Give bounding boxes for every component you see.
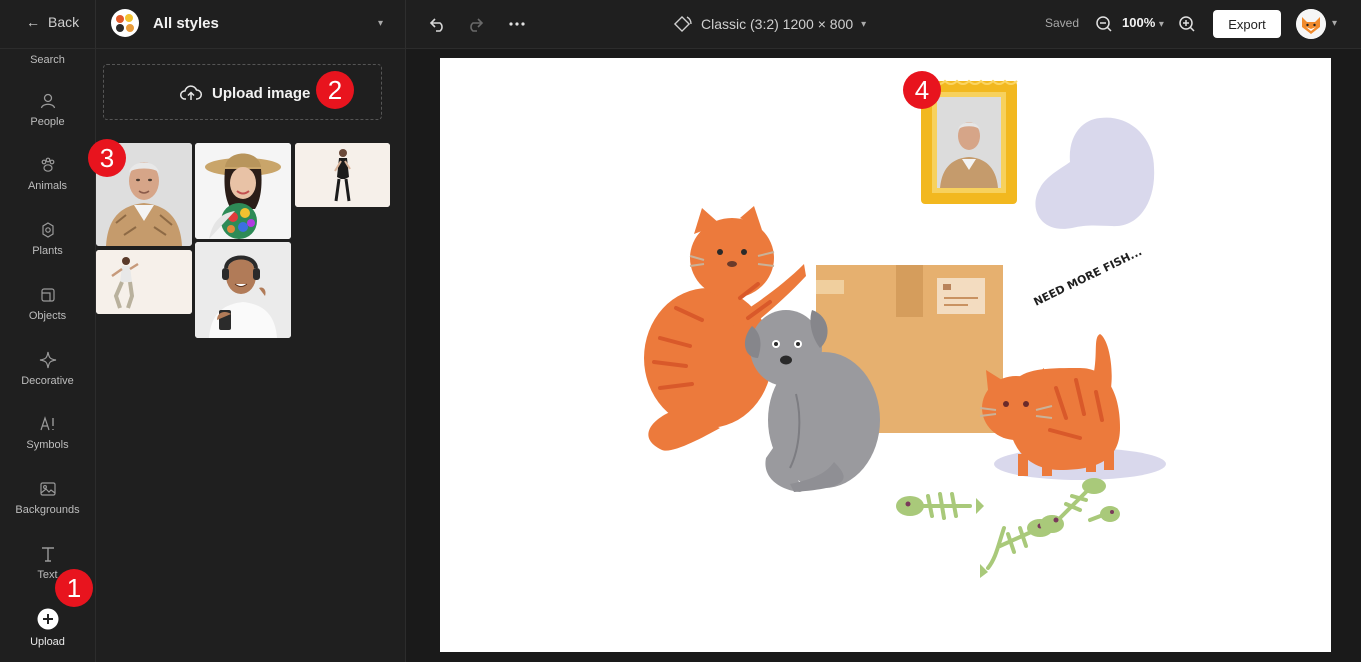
- zoom-in-icon: [1179, 16, 1195, 32]
- rotate-icon: [673, 15, 692, 33]
- man-dancing-photo: [96, 250, 192, 314]
- chevron-down-icon: ▾: [1158, 19, 1164, 30]
- upload-panel: [96, 49, 406, 662]
- annotation-badge-4: 4: [903, 71, 941, 109]
- sidebar-item-symbols[interactable]: Symbols: [0, 415, 95, 451]
- chevron-down-icon[interactable]: ▾: [1332, 18, 1337, 29]
- sidebar-item-backgrounds[interactable]: Backgrounds: [0, 480, 95, 516]
- fox-avatar-icon: [1296, 9, 1326, 39]
- export-button[interactable]: Export: [1213, 10, 1281, 38]
- uploaded-image-woman-standing[interactable]: [295, 143, 390, 207]
- zoom-level[interactable]: 100% ▾: [1122, 15, 1164, 30]
- symbols-icon: [39, 416, 54, 431]
- annotation-badge-2: 2: [316, 71, 354, 109]
- zoom-out-button[interactable]: [1091, 11, 1117, 37]
- chevron-down-icon: ▾: [861, 18, 867, 30]
- design-canvas[interactable]: NEED MORE FISH...: [440, 58, 1331, 652]
- zoom-in-button[interactable]: [1174, 11, 1200, 37]
- undo-button[interactable]: [425, 11, 451, 37]
- uploaded-image-man-headphones[interactable]: [195, 242, 291, 338]
- sidebar-item-animals[interactable]: Animals: [0, 156, 95, 192]
- objects-icon: [40, 288, 55, 302]
- sidebar-item-search[interactable]: Search: [0, 54, 95, 66]
- uploaded-image-woman-hat[interactable]: [195, 143, 291, 239]
- canvas-size-selector[interactable]: Classic (3:2) 1200 × 800 ▾: [673, 14, 866, 34]
- text-icon: [41, 547, 54, 562]
- upload-image-label: Upload image: [212, 85, 311, 102]
- arrow-left-icon: ←: [26, 14, 40, 30]
- saved-status: Saved: [1045, 16, 1080, 30]
- flower-icon: [41, 222, 54, 238]
- sidebar-item-label: Animals: [27, 180, 68, 192]
- more-dots-icon: [509, 22, 525, 26]
- back-label: Back: [48, 14, 80, 30]
- sidebar-item-objects[interactable]: Objects: [0, 286, 95, 322]
- sidebar-item-label: Objects: [28, 310, 67, 322]
- speech-bubble[interactable]: NEED MORE FISH...: [1032, 117, 1155, 309]
- orange-cat-right[interactable]: [979, 334, 1166, 480]
- sidebar-item-people[interactable]: People: [0, 92, 95, 128]
- sidebar-item-decorative[interactable]: Decorative: [0, 351, 95, 387]
- sidebar-item-label: People: [30, 116, 65, 128]
- sidebar-item-label: Symbols: [26, 439, 69, 451]
- annotation-badge-3: 3: [88, 139, 126, 177]
- sidebar-item-label: Decorative: [21, 375, 74, 387]
- fish-bones[interactable]: [896, 478, 1120, 578]
- toolbar-divider: [95, 0, 96, 48]
- cloud-upload-icon: [180, 84, 202, 107]
- sidebar-item-label: Upload: [30, 636, 65, 648]
- zoom-out-icon: [1096, 16, 1112, 32]
- zoom-label: 100%: [1122, 15, 1156, 30]
- user-avatar[interactable]: [1296, 9, 1326, 39]
- sidebar-item-plants[interactable]: Plants: [0, 221, 95, 257]
- style-logo[interactable]: [111, 9, 139, 37]
- canvas-illustration: NEED MORE FISH...: [644, 79, 1166, 578]
- redo-button[interactable]: [462, 11, 488, 37]
- style-selector[interactable]: All styles: [153, 15, 219, 32]
- person-icon: [40, 93, 55, 109]
- sidebar-item-label: Plants: [32, 245, 63, 257]
- uploaded-image-man-dancing[interactable]: [96, 250, 192, 314]
- sidebar-item-label: Search: [30, 54, 65, 66]
- back-button[interactable]: ← Back: [26, 14, 79, 30]
- sidebar-item-label: Backgrounds: [15, 504, 80, 516]
- more-options-button[interactable]: [504, 11, 530, 37]
- man-headphones-photo: [195, 242, 291, 338]
- annotation-badge-1: 1: [55, 569, 93, 607]
- sidebar-item-label: Text: [37, 569, 58, 581]
- style-collage-icon: [112, 10, 138, 36]
- toolbar-divider: [405, 0, 406, 48]
- image-icon: [39, 482, 56, 496]
- speech-bubble-text: NEED MORE FISH...: [1032, 245, 1144, 309]
- sparkle-icon: [39, 351, 56, 369]
- woman-hat-photo: [195, 143, 291, 239]
- undo-icon: [429, 18, 443, 32]
- woman-standing-photo: [295, 143, 390, 207]
- chevron-down-icon[interactable]: ▾: [378, 18, 383, 29]
- sidebar-item-upload[interactable]: Upload: [0, 608, 95, 648]
- canvas-size-label: Classic (3:2) 1200 × 800: [701, 16, 854, 32]
- paw-icon: [41, 157, 54, 172]
- plus-circle-icon: [37, 608, 58, 630]
- redo-icon: [470, 18, 484, 32]
